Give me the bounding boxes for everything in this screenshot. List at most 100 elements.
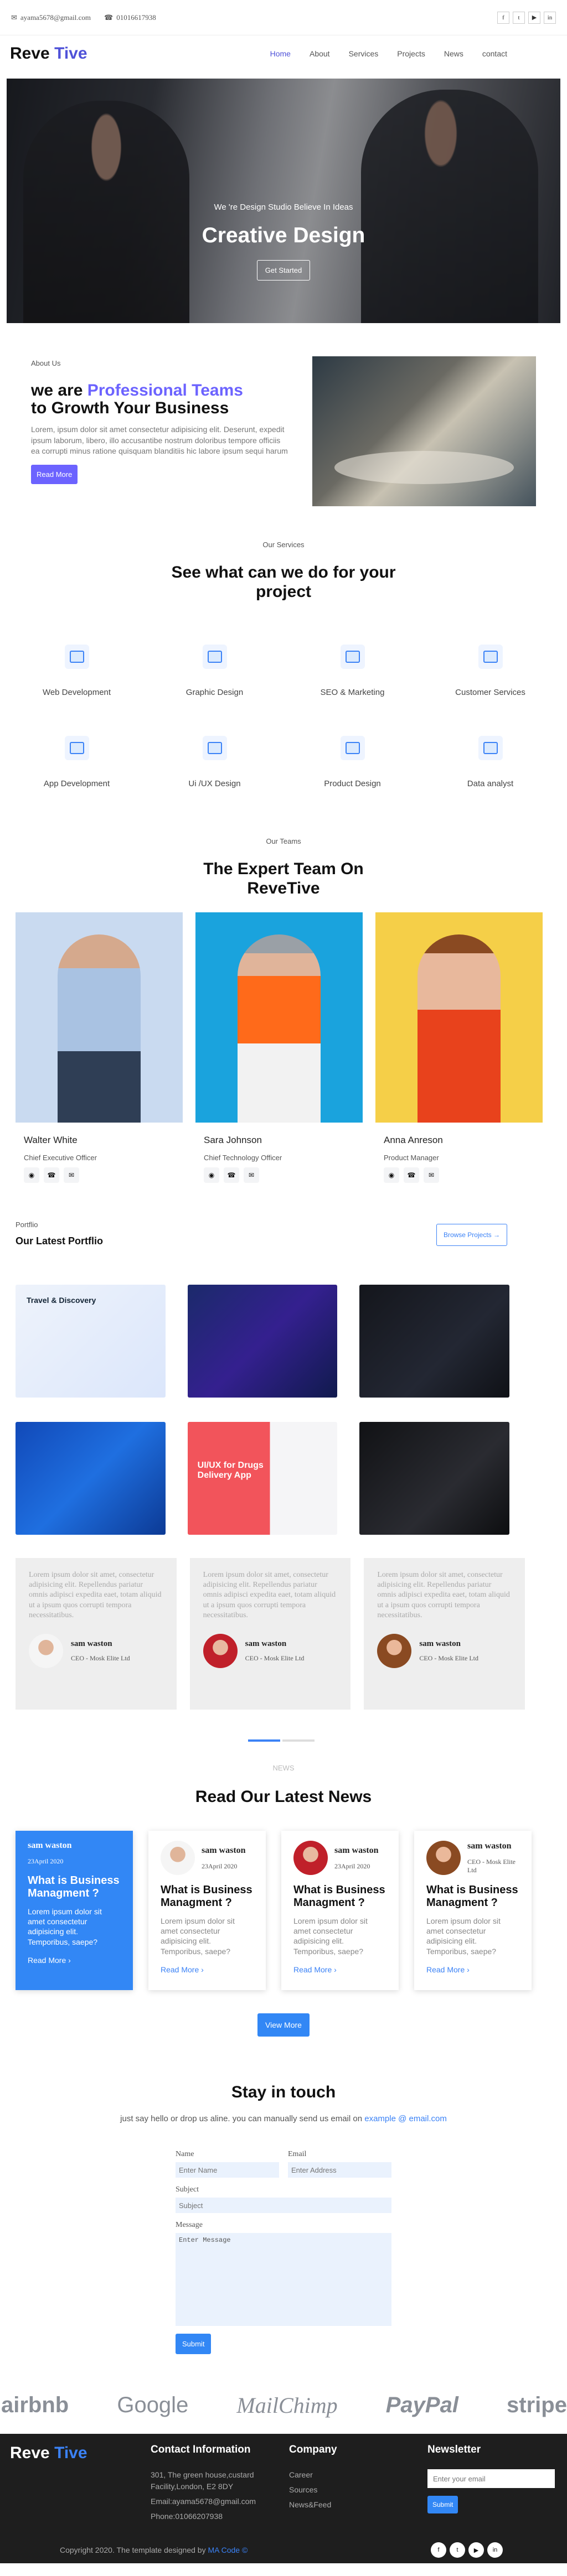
newsletter-submit-button[interactable]: Submit [427,2496,458,2513]
nav-contact[interactable]: contact [482,49,507,58]
footer-newsletter-title: Newsletter [427,2444,481,2455]
twitter-icon[interactable]: t [450,2542,465,2558]
news-date: 23April 2020 [202,1862,238,1870]
services-label: Our Services [262,541,305,549]
slider-dot-active[interactable] [248,1739,280,1742]
get-started-button[interactable]: Get Started [256,260,311,281]
team-member-name: Walter White [24,1135,78,1145]
airbnb-logo: airbnb [1,2392,69,2417]
chevron-right-icon: › [467,1965,470,1974]
news-read-more[interactable]: Read More › [161,1965,254,1974]
slider-dot[interactable] [282,1739,315,1742]
nav-news[interactable]: News [444,49,463,58]
news-section: NEWS Read Our Latest News sam waston 23A… [0,1742,567,2037]
about-section: About Us we are Professional Teams to Gro… [0,323,567,506]
portfolio-item[interactable] [16,1422,166,1535]
message-label: Message [176,2221,203,2229]
avatar [293,1841,328,1875]
footer-phone: Phone:01066207938 [151,2512,223,2521]
portfolio-item[interactable]: Travel & Discovery [16,1285,166,1398]
portfolio-item[interactable] [359,1422,509,1535]
twitter-icon[interactable]: t [513,11,525,24]
nav-about[interactable]: About [310,49,330,58]
nav-projects[interactable]: Projects [397,49,425,58]
youtube-icon[interactable]: ▶ [528,11,540,24]
mail-icon[interactable]: ✉ [64,1167,79,1183]
team-member-role: Chief Executive Officer [24,1154,97,1162]
news-card[interactable]: sam waston 23April 2020 What is Business … [148,1831,266,1990]
name-input[interactable] [176,2162,279,2178]
news-read-more[interactable]: Read More › [293,1965,386,1974]
contact-form: Name Email Subject Message Enter Message… [176,2150,391,2354]
news-author: sam waston [202,1845,246,1855]
service-item[interactable]: SEO & Marketing [284,645,421,697]
nav-services[interactable]: Services [349,49,379,58]
phone-icon[interactable]: ☎ [44,1167,59,1183]
logo[interactable]: Reve Tive [10,44,87,63]
news-card[interactable]: sam waston 23April 2020 What is Business … [281,1831,399,1990]
linkedin-icon[interactable]: in [544,11,556,24]
phone-text: 01016617938 [116,13,156,22]
browse-projects-button[interactable]: Browse Projects → [436,1224,507,1246]
nav-home[interactable]: Home [270,49,291,58]
service-item[interactable]: Customer Services [421,645,559,697]
submit-button[interactable]: Submit [176,2334,212,2354]
youtube-icon[interactable]: ▶ [468,2542,484,2558]
service-item[interactable]: Graphic Design [146,645,284,697]
footer-link-sources[interactable]: Sources [289,2484,427,2496]
service-item[interactable]: Product Design [284,736,421,788]
envelope-icon: ✉ [11,13,17,22]
message-textarea[interactable]: Enter Message [176,2233,391,2326]
service-item[interactable]: App Development [8,736,146,788]
facebook-icon[interactable]: f [497,11,509,24]
portfolio-item[interactable] [187,1285,338,1398]
facebook-icon[interactable]: f [431,2542,446,2558]
newsletter-email-input[interactable] [427,2469,555,2488]
read-more-label: Read More [293,1965,332,1974]
mail-icon[interactable]: ✉ [424,1167,439,1183]
subject-input[interactable] [176,2198,391,2213]
team-member-name: Sara Johnson [204,1135,262,1145]
portfolio-item[interactable]: UI/UX for Drugs Delivery App [187,1422,338,1535]
team-member-name: Anna Anreson [384,1135,443,1145]
phone-icon[interactable]: ☎ [404,1167,419,1183]
messenger-icon[interactable]: ◉ [24,1167,39,1183]
service-item[interactable]: Data analyst [421,736,559,788]
contact-email-link[interactable]: example @ email.com [364,2114,447,2123]
subject-label: Subject [176,2185,199,2194]
linkedin-icon[interactable]: in [487,2542,503,2558]
logo-text: Reve [10,44,50,63]
brand-logos: airbnb Google MailChimp PayPal stripe [0,2388,567,2422]
news-card[interactable]: sam waston CEO - Mosk Elite Ltd What is B… [414,1831,532,1990]
avatar [161,1841,195,1875]
footer-link-news[interactable]: News&Feed [289,2499,427,2511]
service-item[interactable]: Ui /UX Design [146,736,284,788]
news-read-more[interactable]: Read More › [426,1965,519,1974]
messenger-icon[interactable]: ◉ [384,1167,399,1183]
news-card[interactable]: sam waston 23April 2020 What is Business… [16,1831,133,1990]
portfolio-item[interactable] [359,1285,509,1398]
arrow-right-icon: → [493,1231,500,1239]
product-design-icon [340,736,365,760]
app-development-icon [64,736,89,760]
top-bar: ✉ ayama5678@gmail.com ☎ 01016617938 f t ▶ … [0,0,567,35]
email-input[interactable] [288,2162,391,2178]
footer-logo[interactable]: Reve Tive [10,2444,151,2463]
mail-icon[interactable]: ✉ [244,1167,259,1183]
phone-icon[interactable]: ☎ [224,1167,239,1183]
news-card-title: What is Business Managment ? [293,1884,385,1909]
email-info: ✉ ayama5678@gmail.com [11,13,91,22]
footer-email: Email:ayama5678@gmail.com [151,2497,256,2506]
read-more-button[interactable]: Read More [31,464,78,484]
service-label: App Development [43,779,110,788]
footer-logo-accent: Tive [54,2444,87,2462]
view-more-button[interactable]: View More [257,2013,310,2037]
news-card-text: Lorem ipsum dolor sit amet consectetur a… [161,1917,235,1956]
news-read-more[interactable]: Read More › [28,1956,121,1965]
read-more-label: Read More [28,1955,66,1965]
service-item[interactable]: Web Development [8,645,146,697]
designer-link[interactable]: MA Code © [208,2546,248,2554]
messenger-icon[interactable]: ◉ [204,1167,219,1183]
hero-banner: We 're Design Studio Believe In Ideas Cr… [7,79,560,323]
footer-link-career[interactable]: Career [289,2469,427,2481]
